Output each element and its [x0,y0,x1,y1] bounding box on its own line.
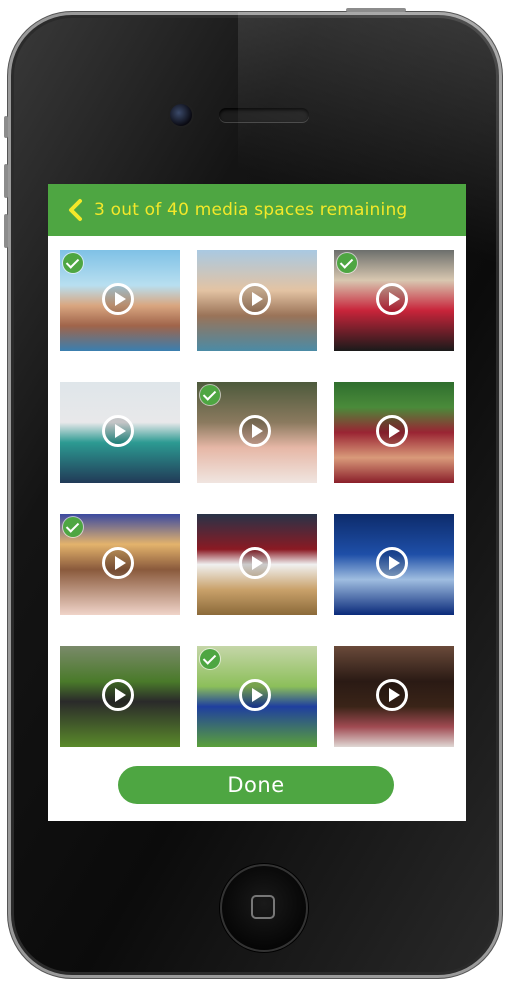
volume-up-button [4,164,8,198]
media-tile-beach-friends[interactable] [197,250,317,351]
home-square-icon [251,895,275,919]
done-button[interactable]: Done [118,766,394,804]
header-bar: 3 out of 40 media spaces remaining [48,184,466,236]
front-camera [170,104,192,126]
volume-down-button [4,214,8,248]
play-icon[interactable] [102,679,134,711]
media-tile-beach-group[interactable] [60,250,180,351]
play-icon[interactable] [239,547,271,579]
checkmark-icon [337,253,357,273]
media-grid [60,250,454,747]
play-icon[interactable] [239,679,271,711]
chevron-left-icon-svg [69,199,82,221]
media-tile-soldier-baby[interactable] [197,382,317,483]
power-button [346,8,406,12]
earpiece-speaker [219,108,309,122]
media-tile-basketball[interactable] [197,514,317,615]
media-spaces-title: 3 out of 40 media spaces remaining [94,200,408,220]
media-tile-toddler-tutu[interactable] [334,250,454,351]
media-tile-birthday-girl[interactable] [60,514,180,615]
play-icon[interactable] [102,547,134,579]
app-screen: 3 out of 40 media spaces remaining Done [48,184,466,821]
play-icon[interactable] [239,283,271,315]
checkmark-icon [200,385,220,405]
media-tile-toddler-soccer[interactable] [60,646,180,747]
play-icon[interactable] [376,679,408,711]
play-icon[interactable] [239,415,271,447]
chevron-left-icon[interactable] [58,184,94,236]
play-icon[interactable] [102,415,134,447]
media-tile-castle[interactable] [334,514,454,615]
checkmark-icon [200,649,220,669]
play-icon[interactable] [102,283,134,315]
mute-switch [4,116,8,138]
media-tile-kids-snow[interactable] [60,382,180,483]
checkmark-icon [63,517,83,537]
play-icon[interactable] [376,547,408,579]
media-tile-stadium-cheer[interactable] [334,382,454,483]
media-tile-kids-selfie[interactable] [334,646,454,747]
home-button[interactable] [220,864,308,952]
media-tile-soccer-match[interactable] [197,646,317,747]
play-icon[interactable] [376,283,408,315]
play-icon[interactable] [376,415,408,447]
checkmark-icon [63,253,83,273]
